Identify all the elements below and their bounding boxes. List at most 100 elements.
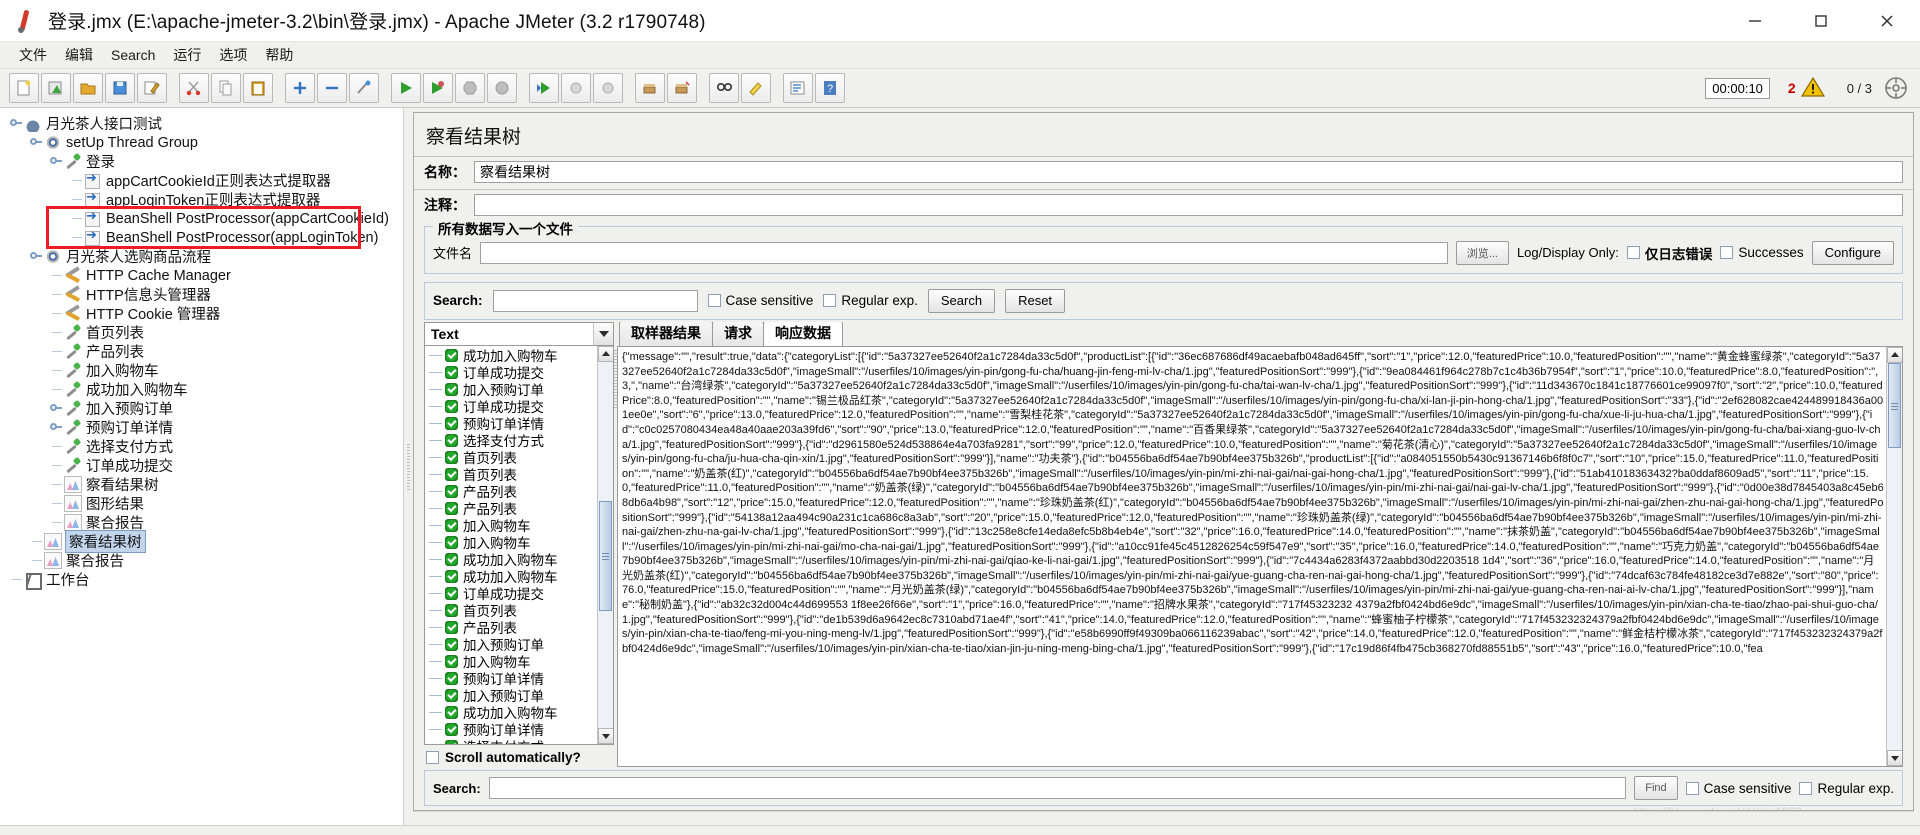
search-case-sensitive-box[interactable] bbox=[707, 294, 721, 308]
sampler-result-item[interactable]: 产品列表 bbox=[425, 483, 597, 500]
sampler-result-item[interactable]: 加入购物车 bbox=[425, 517, 597, 534]
tree-expand-toggle[interactable] bbox=[30, 247, 44, 266]
results-list-scrollbar[interactable] bbox=[597, 345, 613, 745]
response-scrollbar-track[interactable] bbox=[1886, 362, 1902, 751]
find-button[interactable]: Find bbox=[1634, 776, 1678, 801]
sampler-result-item[interactable]: 成功加入购物车 bbox=[425, 347, 597, 364]
menu-search[interactable]: Search bbox=[102, 45, 164, 65]
search-reset-icon[interactable] bbox=[741, 73, 771, 103]
tree-expand-toggle[interactable] bbox=[30, 133, 44, 152]
tree-node[interactable]: 首页列表 bbox=[0, 323, 403, 342]
tree-node[interactable]: 聚合报告 bbox=[0, 513, 403, 532]
response-scroll-down-button[interactable] bbox=[1886, 750, 1902, 767]
tree-node[interactable]: 选择支付方式 bbox=[0, 437, 403, 456]
tree-splitter[interactable] bbox=[404, 108, 413, 826]
browse-button[interactable]: 浏览... bbox=[1455, 240, 1509, 265]
close-icon[interactable] bbox=[1854, 0, 1920, 42]
warning-triangle-icon[interactable] bbox=[1800, 76, 1825, 101]
templates-icon[interactable] bbox=[41, 73, 71, 103]
response-scrollbar-thumb[interactable] bbox=[1887, 362, 1901, 449]
menu-help[interactable]: 帮助 bbox=[256, 43, 302, 67]
sampler-result-item[interactable]: 首页列表 bbox=[425, 602, 597, 619]
tree-expand-toggle[interactable] bbox=[50, 418, 64, 437]
tree-node[interactable]: appLoginToken正则表达式提取器 bbox=[0, 189, 403, 209]
test-plan-tree[interactable]: 月光茶人接口测试setUp Thread Group 登录 appCartCooki… bbox=[0, 108, 403, 590]
successes-checkbox[interactable]: Successes bbox=[1720, 245, 1804, 260]
sampler-result-item[interactable]: 预购订单详情 bbox=[425, 721, 597, 738]
sampler-result-item[interactable]: 加入预购订单 bbox=[425, 381, 597, 398]
sampler-result-item[interactable]: 首页列表 bbox=[425, 466, 597, 483]
copy-icon[interactable] bbox=[211, 73, 241, 103]
scrollbar-thumb[interactable] bbox=[598, 501, 612, 612]
scroll-automatically-checkbox[interactable]: Scroll automatically? bbox=[424, 745, 614, 767]
search-icon[interactable] bbox=[709, 73, 739, 103]
sampler-result-item[interactable]: 订单成功提交 bbox=[425, 364, 597, 381]
search-regex-checkbox[interactable]: Regular exp. bbox=[823, 293, 918, 308]
toggle-icon[interactable] bbox=[349, 73, 379, 103]
sampler-result-list[interactable]: 成功加入购物车 订单成功提交 加入预购订单 订单成功提交 预购订单详情 选择支付方式 首页列… bbox=[424, 345, 614, 746]
menu-edit[interactable]: 编辑 bbox=[56, 43, 102, 67]
errors-only-checkbox[interactable]: 仅日志错误 bbox=[1626, 243, 1712, 263]
tree-node[interactable]: 预购订单详情 bbox=[0, 418, 403, 437]
scroll-down-button[interactable] bbox=[597, 728, 613, 745]
sampler-result-item[interactable]: 加入购物车 bbox=[425, 534, 597, 551]
tree-node[interactable]: 月光茶人接口测试 bbox=[0, 114, 403, 133]
save-icon[interactable] bbox=[105, 73, 135, 103]
search-regex-box[interactable] bbox=[823, 294, 837, 308]
sampler-result-item[interactable]: 成功加入购物车 bbox=[425, 551, 597, 568]
test-plan-tree-pane[interactable]: 月光茶人接口测试setUp Thread Group 登录 appCartCooki… bbox=[0, 108, 404, 826]
menu-file[interactable]: 文件 bbox=[10, 43, 56, 67]
tree-expand-toggle[interactable] bbox=[50, 152, 64, 171]
sampler-result-item[interactable]: 加入购物车 bbox=[425, 653, 597, 670]
sampler-result-item[interactable]: 加入预购订单 bbox=[425, 636, 597, 653]
tree-node[interactable]: setUp Thread Group bbox=[0, 133, 403, 152]
tree-node[interactable]: HTTP信息头管理器 bbox=[0, 285, 403, 304]
stop-remote-icon[interactable] bbox=[561, 73, 591, 103]
configure-button[interactable]: Configure bbox=[1811, 240, 1894, 265]
expand-all-icon[interactable] bbox=[285, 73, 315, 103]
errors-only-checkbox-box[interactable] bbox=[1626, 246, 1640, 260]
tree-node[interactable]: appCartCookieId正则表达式提取器 bbox=[0, 170, 403, 190]
sampler-result-item[interactable]: 选择支付方式 bbox=[425, 432, 597, 449]
tree-node[interactable]: 加入购物车 bbox=[0, 361, 403, 380]
tab-sampler-result[interactable]: 取样器结果 bbox=[619, 321, 713, 346]
tree-node[interactable]: 登录 bbox=[0, 152, 403, 171]
menu-run[interactable]: 运行 bbox=[164, 43, 210, 67]
tab-response-data[interactable]: 响应数据 bbox=[763, 321, 843, 346]
paste-icon[interactable] bbox=[243, 73, 273, 103]
search-button[interactable]: Search bbox=[927, 288, 996, 313]
tree-node[interactable]: 工作台 bbox=[0, 570, 403, 590]
sampler-result-item[interactable]: 加入预购订单 bbox=[425, 687, 597, 704]
start-no-pause-icon[interactable] bbox=[423, 73, 453, 103]
sampler-result-item[interactable]: 产品列表 bbox=[425, 619, 597, 636]
tree-node[interactable]: 月光茶人选购商品流程 bbox=[0, 247, 403, 266]
tree-node[interactable]: 产品列表 bbox=[0, 342, 403, 361]
tree-node[interactable]: HTTP Cache Manager bbox=[0, 266, 403, 285]
name-input[interactable]: 察看结果树 bbox=[474, 161, 1903, 183]
start-icon[interactable] bbox=[391, 73, 421, 103]
remote-engine-icon[interactable] bbox=[1884, 76, 1908, 100]
response-search-input[interactable] bbox=[488, 777, 1627, 800]
response-case-sensitive-box[interactable] bbox=[1685, 781, 1699, 795]
help-icon[interactable]: ? bbox=[815, 73, 845, 103]
tree-node[interactable]: 成功加入购物车 bbox=[0, 380, 403, 399]
save-as-icon[interactable] bbox=[137, 73, 167, 103]
maximize-icon[interactable] bbox=[1788, 0, 1854, 42]
cut-icon[interactable] bbox=[179, 73, 209, 103]
tree-node[interactable]: BeanShell PostProcessor(appLoginToken) bbox=[0, 227, 403, 247]
sampler-result-item[interactable]: 首页列表 bbox=[425, 449, 597, 466]
response-regex-box[interactable] bbox=[1799, 781, 1813, 795]
minimize-icon[interactable] bbox=[1722, 0, 1788, 42]
new-icon[interactable] bbox=[9, 73, 39, 103]
response-regex-checkbox[interactable]: Regular exp. bbox=[1799, 781, 1894, 796]
reset-button[interactable]: Reset bbox=[1005, 288, 1066, 313]
tree-node[interactable]: HTTP Cookie 管理器 bbox=[0, 304, 403, 323]
response-data-text[interactable]: {"message":"","result":true,"data":{"cat… bbox=[618, 347, 1886, 766]
scroll-up-button[interactable] bbox=[597, 345, 613, 362]
sampler-result-item[interactable]: 预购订单详情 bbox=[425, 670, 597, 687]
filename-input[interactable] bbox=[480, 241, 1448, 264]
response-data-box[interactable]: {"message":"","result":true,"data":{"cat… bbox=[617, 345, 1903, 768]
response-scrollbar[interactable] bbox=[1886, 346, 1902, 767]
search-input[interactable] bbox=[492, 289, 698, 312]
chevron-down-icon[interactable] bbox=[593, 322, 613, 345]
